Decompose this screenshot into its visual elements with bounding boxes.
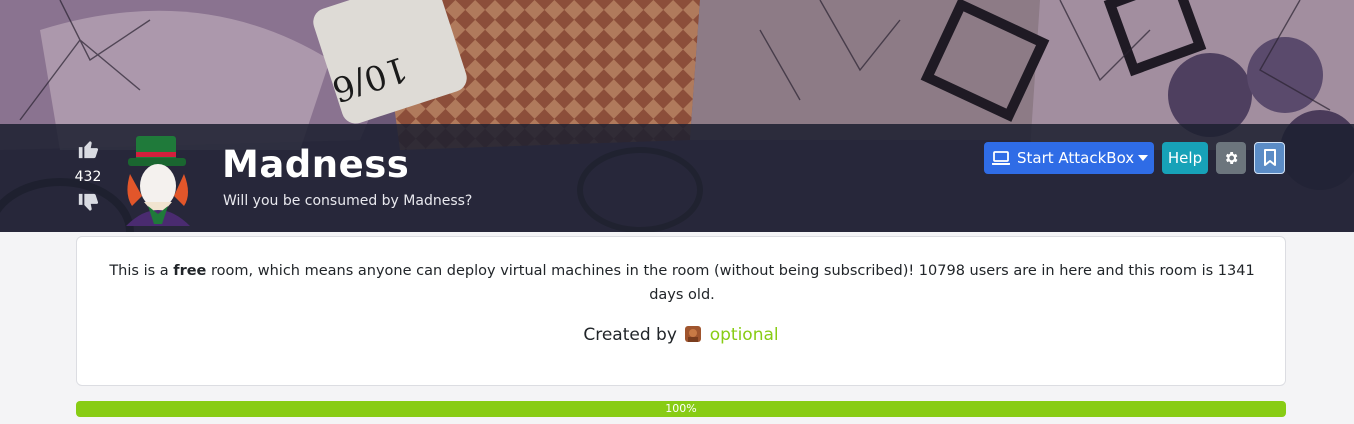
room-banner: 10/6 432 Madness Will you be consumed by… (0, 0, 1354, 232)
gear-icon (1225, 152, 1238, 164)
info-prefix: This is a (109, 263, 174, 279)
room-info-card: This is a free room, which means anyone … (76, 236, 1286, 386)
banner-overlay-bar (0, 124, 1354, 232)
start-attackbox-button[interactable]: Start AttackBox (984, 142, 1154, 174)
creator-username-link[interactable]: optional (710, 325, 779, 345)
room-progress-bar: 100% (76, 401, 1286, 417)
free-label: free (173, 263, 207, 279)
vote-widget: 432 (70, 138, 106, 214)
help-button[interactable]: Help (1162, 142, 1208, 174)
room-info-text: This is a free room, which means anyone … (97, 259, 1267, 307)
start-attackbox-label: Start AttackBox (1017, 149, 1135, 167)
attackbox-dropdown-toggle[interactable] (1132, 142, 1154, 174)
settings-button[interactable] (1216, 142, 1246, 174)
thumbs-down-icon[interactable] (77, 192, 99, 214)
laptop-icon (992, 151, 1010, 165)
progress-fill: 100% (76, 401, 1286, 417)
thumbs-up-icon[interactable] (77, 138, 99, 160)
room-title: Madness (222, 143, 410, 186)
info-suffix: room, which means anyone can deploy virt… (206, 263, 1255, 303)
bookmark-icon (1263, 149, 1276, 166)
room-avatar (126, 136, 190, 226)
creator-avatar-icon (685, 326, 702, 342)
vote-count: 432 (74, 169, 102, 185)
created-by-label: Created by (583, 325, 677, 345)
room-creator: Created by optional (77, 324, 1285, 346)
caret-down-icon (1138, 155, 1148, 161)
bookmark-button[interactable] (1254, 142, 1285, 174)
room-subtitle: Will you be consumed by Madness? (223, 193, 473, 209)
